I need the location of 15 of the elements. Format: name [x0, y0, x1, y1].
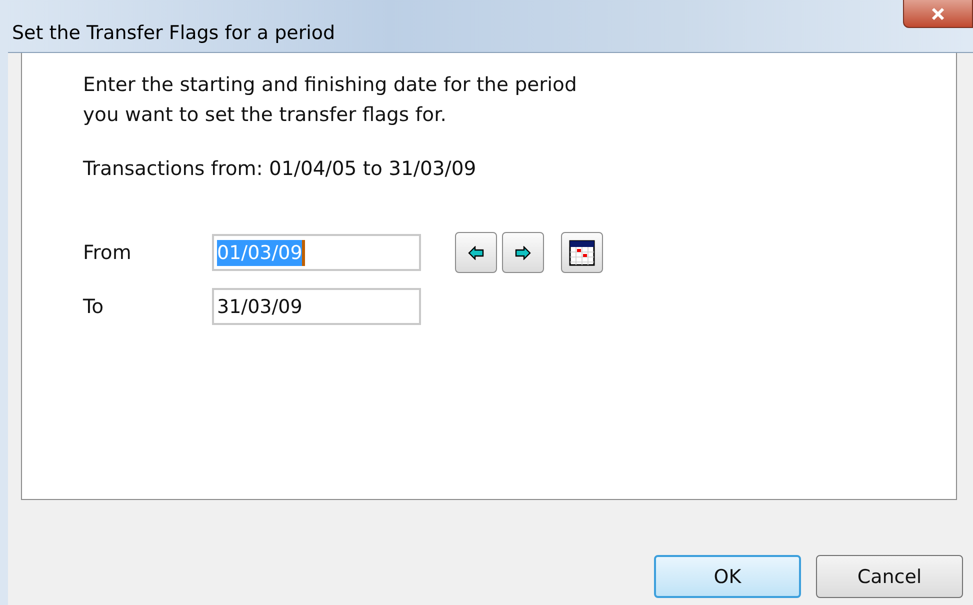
field-label: From: [83, 241, 132, 264]
close-button[interactable]: [903, 0, 973, 28]
left-arrow-icon: [468, 246, 484, 260]
right-arrow-icon: [515, 246, 531, 260]
date-field[interactable]: 31/03/09: [212, 288, 421, 325]
next-button[interactable]: [502, 232, 544, 273]
instruction-text: Enter the starting and finishing date for the period you want to set the transfer flags for.: [83, 72, 578, 128]
calendar-button[interactable]: [561, 232, 603, 273]
dialog-button[interactable]: Cancel: [816, 555, 963, 598]
calendar-icon: [569, 240, 595, 266]
previous-button[interactable]: [455, 232, 497, 273]
range-text: Transactions from: 01/04/05 to 31/03/09: [83, 157, 478, 180]
window-title: Set the Transfer Flags for a period: [11, 22, 336, 44]
dialog-button[interactable]: OK: [654, 555, 801, 598]
field-label: To: [83, 295, 105, 318]
